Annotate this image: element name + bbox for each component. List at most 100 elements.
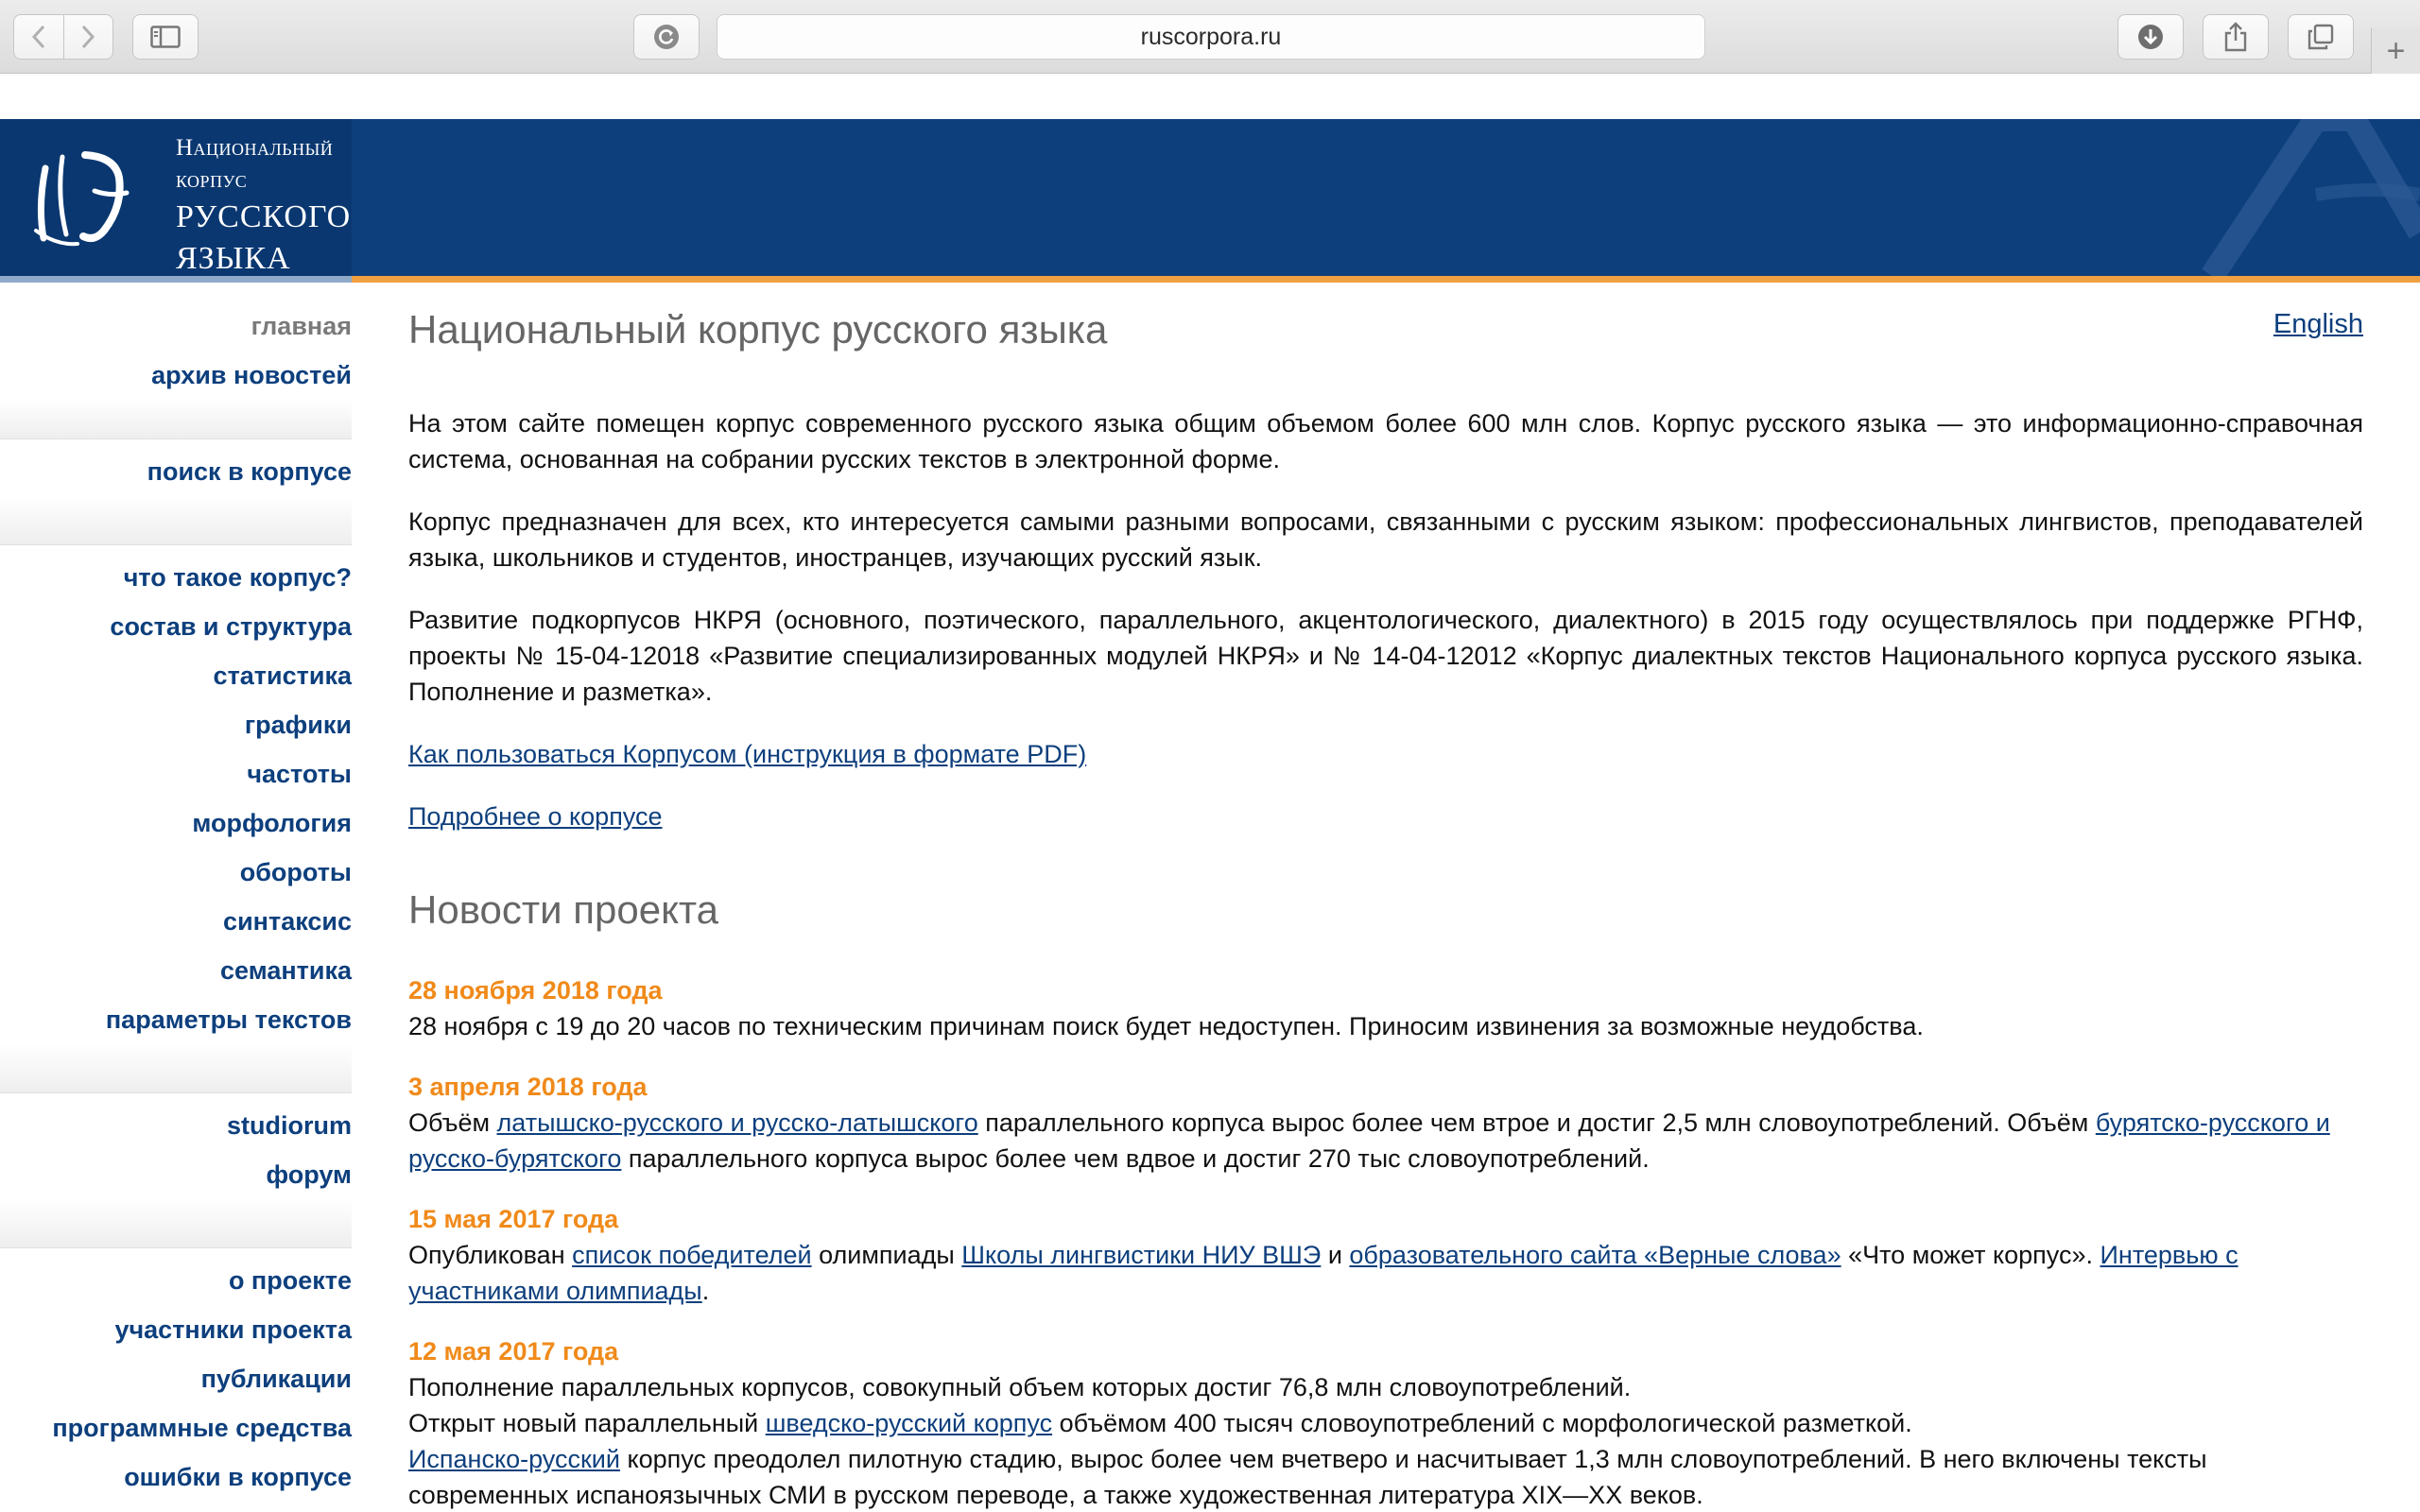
- sidebar-icon: [150, 26, 181, 48]
- nav-item-morphology[interactable]: морфология: [0, 799, 352, 848]
- logo-line2: РУССКОГО: [176, 199, 352, 234]
- news-item: 3 апреля 2018 года Объём латышско-русско…: [408, 1069, 2363, 1177]
- reload-icon: [654, 25, 679, 49]
- news-text: Объём латышско-русского и русско-латышск…: [408, 1105, 2363, 1177]
- nav-item-text-parameters[interactable]: параметры текстов: [0, 995, 352, 1044]
- spanish-corpus-link[interactable]: Испанско-русский: [408, 1445, 620, 1473]
- news-text-fragment: «Что может корпус».: [1841, 1241, 2100, 1269]
- news-text-fragment: .: [701, 1277, 710, 1305]
- forward-button[interactable]: [62, 15, 112, 59]
- reload-button[interactable]: [633, 14, 700, 60]
- nav-item-news-archive[interactable]: архив новостей: [0, 351, 352, 400]
- news-text-fragment: олимпиады: [811, 1241, 962, 1269]
- news-text-fragment: Открыт новый параллельный: [408, 1409, 766, 1437]
- chevron-left-icon: [31, 25, 45, 49]
- site-header: Национальный корпус РУССКОГО ЯЗЫКА: [0, 119, 2420, 276]
- intro-section: На этом сайте помещен корпус современног…: [408, 405, 2363, 861]
- intro-paragraph: Корпус предназначен для всех, кто интере…: [408, 507, 2363, 572]
- header-accent-stripe: [0, 276, 2420, 283]
- history-nav: [13, 14, 113, 60]
- nav-item-phrases[interactable]: обороты: [0, 848, 352, 897]
- logo-text: Национальный корпус РУССКОГО ЯЗЫКА: [176, 132, 352, 276]
- back-button[interactable]: [14, 15, 63, 59]
- nav-item-syntax[interactable]: синтаксис: [0, 897, 352, 946]
- latvian-corpus-link[interactable]: латышско-русского и русско-латышского: [497, 1108, 978, 1137]
- vernye-slova-site-link[interactable]: образовательного сайта «Верные слова»: [1349, 1241, 1841, 1269]
- intro-paragraph: На этом сайте помещен корпус современног…: [408, 409, 2363, 473]
- download-icon: [2138, 25, 2163, 49]
- nav-item-forum[interactable]: форум: [0, 1150, 352, 1199]
- nav-item-frequencies[interactable]: частоты: [0, 749, 352, 799]
- news-text-fragment: корпус преодолел пилотную стадию, вырос …: [408, 1445, 2207, 1509]
- nav-group-project: о проекте участники проекта публикации п…: [0, 1256, 352, 1502]
- left-navigation: главная архив новостей поиск в корпусе ч…: [0, 283, 352, 1512]
- news-item: 12 мая 2017 года Пополнение параллельных…: [408, 1333, 2363, 1512]
- news-text-fragment: Опубликован: [408, 1241, 573, 1269]
- news-text-fragment: параллельного корпуса вырос более чем вд…: [621, 1144, 1650, 1173]
- nav-group-search: поиск в корпусе: [0, 447, 352, 496]
- news-text-fragment: объёмом 400 тысяч словоупотреблений с мо…: [1052, 1409, 1912, 1437]
- nav-item-semantics[interactable]: семантика: [0, 946, 352, 995]
- nav-item-corpus-errors[interactable]: ошибки в корпусе: [0, 1452, 352, 1502]
- swedish-corpus-link[interactable]: шведско-русский корпус: [766, 1409, 1052, 1437]
- nav-item-corpus-search[interactable]: поиск в корпусе: [0, 447, 352, 496]
- howto-pdf-link[interactable]: Как пользоваться Корпусом (инструкция в …: [408, 740, 1086, 768]
- logo-line3: ЯЗЫКА: [176, 241, 291, 276]
- site-logo[interactable]: Национальный корпус РУССКОГО ЯЗЫКА: [0, 119, 352, 276]
- nav-separator: [0, 496, 352, 545]
- nav-item-graphs[interactable]: графики: [0, 700, 352, 749]
- nav-item-what-is-corpus[interactable]: что такое корпус?: [0, 553, 352, 602]
- sidebar-button[interactable]: [132, 14, 199, 60]
- downloads-button[interactable]: [2118, 14, 2184, 60]
- more-about-corpus-link[interactable]: Подробнее о корпусе: [408, 802, 663, 831]
- howto-paragraph: Как пользоваться Корпусом (инструкция в …: [408, 736, 2363, 772]
- intro-paragraph: Развитие подкорпусов НКРЯ (основного, по…: [408, 606, 2363, 706]
- nav-group-home: главная архив новостей: [0, 283, 352, 400]
- share-icon: [2224, 22, 2247, 52]
- logo-mark-icon: [34, 151, 130, 247]
- share-button[interactable]: [2203, 14, 2269, 60]
- news-text: Испанско-русский корпус преодолел пилотн…: [408, 1441, 2363, 1512]
- winners-list-link[interactable]: список победителей: [572, 1241, 811, 1269]
- more-paragraph: Подробнее о корпусе: [408, 799, 2363, 834]
- chevron-right-icon: [82, 25, 95, 49]
- news-date: 12 мая 2017 года: [408, 1337, 619, 1366]
- page-title: Национальный корпус русского языка: [408, 307, 1108, 352]
- tabs-overview-button[interactable]: [2288, 14, 2354, 60]
- logo-line1: Национальный корпус: [176, 135, 334, 193]
- english-version-link[interactable]: English: [2273, 309, 2363, 340]
- url-text: ruscorpora.ru: [1140, 23, 1282, 50]
- nav-item-publications[interactable]: публикации: [0, 1354, 352, 1403]
- news-text: Опубликован список победителей олимпиады…: [408, 1237, 2363, 1309]
- news-date: 3 апреля 2018 года: [408, 1073, 648, 1101]
- address-bar[interactable]: ruscorpora.ru: [717, 14, 1705, 60]
- news-text: Открыт новый параллельный шведско-русски…: [408, 1405, 2363, 1441]
- nav-item-structure[interactable]: состав и структура: [0, 602, 352, 651]
- news-item: 28 ноября 2018 года 28 ноября с 19 до 20…: [408, 972, 2363, 1044]
- plus-icon: +: [2386, 32, 2406, 69]
- nav-group-community: studiorum форум: [0, 1101, 352, 1199]
- nav-separator: [0, 1199, 352, 1248]
- news-date: 28 ноября 2018 года: [408, 976, 663, 1005]
- nav-item-statistics[interactable]: статистика: [0, 651, 352, 700]
- news-text: Пополнение параллельных корпусов, совоку…: [408, 1373, 1632, 1401]
- news-text: 28 ноября с 19 до 20 часов по технически…: [408, 1012, 1924, 1040]
- nav-item-about-project[interactable]: о проекте: [0, 1256, 352, 1305]
- news-item: 15 мая 2017 года Опубликован список побе…: [408, 1201, 2363, 1309]
- browser-toolbar: ruscorpora.ru +: [0, 0, 2420, 74]
- tabs-icon: [2308, 24, 2334, 50]
- news-text-fragment: параллельного корпуса вырос более чем вт…: [977, 1108, 2096, 1137]
- nav-group-about-corpus: что такое корпус? состав и структура ста…: [0, 553, 352, 1044]
- nav-separator: [0, 400, 352, 439]
- nav-item-participants[interactable]: участники проекта: [0, 1305, 352, 1354]
- hse-linguistics-school-link[interactable]: Школы лингвистики НИУ ВШЭ: [961, 1241, 1321, 1269]
- news-date: 15 мая 2017 года: [408, 1205, 619, 1233]
- nav-item-software[interactable]: программные средства: [0, 1403, 352, 1452]
- news-heading: Новости проекта: [408, 887, 719, 932]
- news-text-fragment: Объём: [408, 1108, 497, 1137]
- nav-item-home[interactable]: главная: [0, 301, 352, 351]
- news-text-fragment: и: [1321, 1241, 1350, 1269]
- news-list: 28 ноября 2018 года 28 ноября с 19 до 20…: [408, 972, 2363, 1512]
- nav-item-studiorum[interactable]: studiorum: [0, 1101, 352, 1150]
- new-tab-button[interactable]: +: [2371, 28, 2420, 74]
